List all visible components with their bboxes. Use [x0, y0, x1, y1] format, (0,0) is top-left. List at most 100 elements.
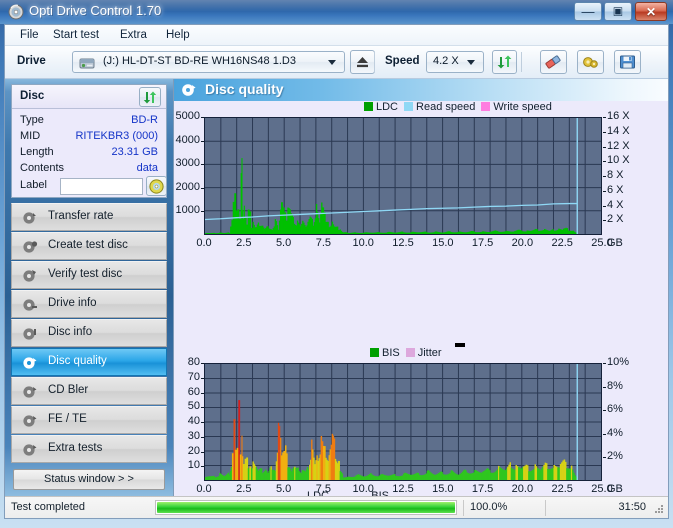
toolbar-separator-1 — [374, 52, 375, 72]
y-tick-mark — [201, 392, 204, 394]
y2-tick-label: 2 X — [607, 213, 624, 226]
y-tick-mark — [201, 164, 204, 166]
y2-tick-mark — [603, 205, 606, 207]
disc-refresh-button[interactable] — [139, 87, 161, 107]
sidebar-item-cd-bler[interactable]: CD Bler — [11, 377, 167, 405]
y-tick-label: 10 — [187, 459, 200, 472]
y-tick-label: 30 — [187, 429, 200, 442]
chevron-down-icon — [328, 60, 336, 65]
sidebar-item-disc-quality[interactable]: Disc quality — [11, 348, 167, 376]
save-button[interactable] — [614, 50, 641, 74]
disc-quality-icon — [23, 357, 37, 369]
drive-select[interactable]: (J:) HL-DT-ST BD-RE WH16NS48 1.D3 — [72, 51, 345, 73]
y-tick-label: 60 — [187, 385, 200, 398]
status-percent: 100.0% — [470, 501, 508, 513]
status-window-button[interactable]: Status window > > — [13, 469, 165, 490]
y2-tick-label: 4% — [607, 426, 623, 439]
y2-tick-label: 16 X — [607, 110, 630, 122]
progress-bar-fill — [157, 502, 455, 513]
y2-tick-label: 2% — [607, 450, 623, 463]
disc-transfer-icon — [23, 212, 36, 224]
status-message: Test completed — [11, 501, 85, 513]
disc-row-mid: MID RITEKBR3 (000) — [12, 130, 166, 145]
sidebar-item-verify-test-disc[interactable]: Verify test disc — [11, 261, 167, 289]
y-tick-label: 3000 — [175, 157, 200, 170]
sidebar-item-extra-tests[interactable]: Extra tests — [11, 435, 167, 463]
x-tick-label: 17.5 — [471, 237, 494, 249]
status-time: 31:50 — [618, 501, 646, 513]
disc-length-label: Length — [20, 146, 54, 158]
speed-label: Speed — [385, 55, 420, 67]
disc-label-input[interactable] — [60, 178, 143, 195]
disc-contents-label: Contents — [20, 162, 65, 174]
drive-icon — [79, 58, 95, 69]
sidebar-item-label: Drive info — [48, 297, 97, 309]
disc-mid-label: MID — [20, 130, 41, 142]
y-tick-label: 70 — [187, 370, 200, 383]
disc-type-label: Type — [20, 114, 44, 126]
sidebar-item-label: Disc quality — [48, 355, 107, 367]
maximize-button[interactable]: ▣ — [604, 2, 632, 21]
erase-button[interactable] — [540, 50, 567, 74]
main-header: Disc quality — [174, 79, 668, 101]
disc-contents-value: data — [136, 162, 158, 174]
y-tick-label: 40 — [187, 415, 200, 427]
drive-value: (J:) HL-DT-ST BD-RE WH16NS48 1.D3 — [103, 55, 296, 67]
eject-button[interactable] — [350, 50, 375, 74]
menu-start-test[interactable]: Start test — [46, 28, 106, 43]
legend-label-bis: BIS — [382, 347, 400, 359]
status-window-button-label: Status window > > — [44, 473, 134, 485]
sidebar-item-disc-info[interactable]: Disc info — [11, 319, 167, 347]
disc-panel: Disc Type BD-R MID RITEKBR3 (000) Length… — [11, 84, 167, 198]
sidebar-item-create-test-disc[interactable]: Create test disc — [11, 232, 167, 260]
sidebar-item-drive-info[interactable]: Drive info — [11, 290, 167, 318]
disc-extra-icon — [23, 444, 37, 456]
x-tick-label: 15.0 — [432, 237, 454, 249]
disc-icon — [149, 179, 164, 194]
refresh-icon — [497, 55, 512, 69]
menu-file[interactable]: File — [13, 28, 46, 43]
chevron-down-icon — [467, 60, 475, 65]
disc-panel-header: Disc — [12, 85, 166, 109]
y2-tick-label: 14 X — [607, 124, 630, 137]
y2-tick-mark — [603, 386, 606, 388]
y2-tick-label: 10% — [607, 356, 630, 368]
y2-tick-mark — [603, 433, 606, 435]
chart-top-legend: LDC Read speed Write speed — [364, 101, 552, 113]
minimize-icon: — — [581, 3, 595, 19]
x-tick-label: 12.5 — [392, 237, 414, 249]
close-button[interactable]: ✕ — [635, 2, 667, 21]
y2-tick-mark — [603, 220, 606, 222]
y-tick-mark — [201, 407, 204, 409]
disc-label-button[interactable] — [146, 176, 167, 196]
legend-swatch-jitter — [405, 348, 415, 357]
y-tick-mark — [201, 211, 204, 213]
y-tick-mark — [201, 422, 204, 423]
app-window: Opti Drive Control 1.70 — ▣ ✕ File Start… — [0, 0, 673, 528]
y2-tick-mark — [603, 363, 606, 364]
y-tick-mark — [201, 117, 204, 118]
menu-help[interactable]: Help — [159, 28, 197, 43]
y-tick-label: 4000 — [175, 133, 200, 146]
x-tick-label: 20.0 — [511, 237, 534, 249]
speed-select[interactable]: 4.2 X — [426, 51, 484, 73]
y-tick-mark — [201, 363, 204, 364]
x-tick-label: 22.5 — [551, 237, 573, 249]
x-tick-label: 5.0 — [275, 237, 292, 249]
refresh-button[interactable] — [492, 50, 517, 74]
sidebar-item-fe-te[interactable]: FE / TE — [11, 406, 167, 434]
page-title: Disc quality — [205, 81, 284, 97]
disc-row-length: Length 23.31 GB — [12, 146, 166, 161]
settings-button[interactable] — [577, 50, 604, 74]
disc-fete-icon — [23, 415, 37, 427]
menu-bar: File Start test Extra Help — [5, 25, 668, 46]
sidebar-item-transfer-rate[interactable]: Transfer rate — [11, 203, 167, 231]
menu-extra[interactable]: Extra — [113, 28, 154, 43]
y2-tick-label: 4 X — [607, 198, 624, 211]
y-tick-mark — [201, 187, 204, 189]
maximize-icon: ▣ — [612, 5, 624, 17]
y-tick-label: 5000 — [175, 110, 200, 122]
drive-info-icon — [23, 299, 37, 311]
resize-grip-icon[interactable] — [653, 503, 665, 515]
minimize-button[interactable]: — — [574, 2, 602, 21]
